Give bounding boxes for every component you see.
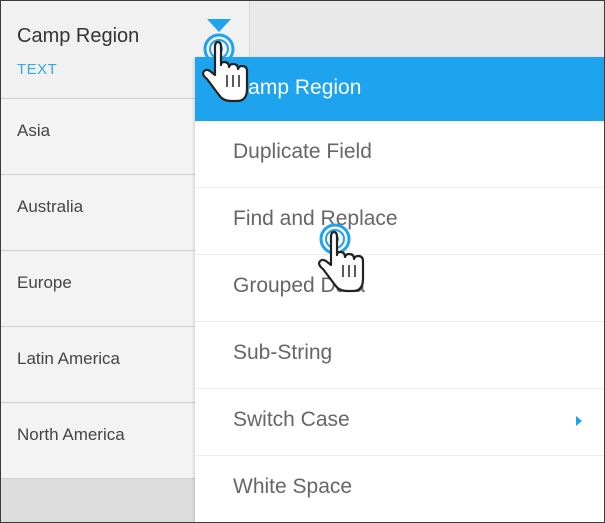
menu-item-switch-case[interactable]: Switch Case [195,389,604,456]
caret-down-icon[interactable] [207,19,231,33]
table-row[interactable]: North America [1,403,195,479]
data-column: Camp Region TEXT Asia Australia Europe L… [1,1,195,522]
column-type-label: TEXT [17,61,58,78]
chevron-right-icon [576,416,582,426]
menu-item-label: Duplicate Field [233,140,372,163]
menu-item-label: Find and Replace [233,207,398,230]
menu-item-duplicate-field[interactable]: Duplicate Field [195,121,604,188]
column-header[interactable]: Camp Region TEXT [1,1,195,99]
menu-item-find-and-replace[interactable]: Find and Replace [195,188,604,255]
column-footer [1,479,195,522]
cell-value: Asia [17,121,51,140]
table-row[interactable]: Australia [1,175,195,251]
menu-item-sub-string[interactable]: Sub-String [195,322,604,389]
menu-item-rename[interactable]: Camp Region [195,57,604,121]
cell-value: Europe [17,273,72,292]
table-row[interactable]: Latin America [1,327,195,403]
menu-item-label: Camp Region [233,76,362,99]
menu-item-white-space[interactable]: White Space [195,456,604,522]
column-title: Camp Region [17,25,140,47]
table-row[interactable]: Asia [1,99,195,175]
cell-value: Australia [17,197,84,216]
menu-item-label: Sub-String [233,341,333,364]
table-row[interactable]: Europe [1,251,195,327]
menu-item-label: Switch Case [233,408,350,431]
menu-item-grouped-data[interactable]: Grouped Data [195,255,604,322]
column-context-menu: Camp Region Duplicate Field Find and Rep… [195,57,604,522]
cell-value: Latin America [17,349,120,368]
screenshot-frame: Camp Region TEXT Asia Australia Europe L… [0,0,605,523]
menu-item-label: White Space [233,475,353,498]
menu-item-label: Grouped Data [233,274,365,297]
column-rows: Asia Australia Europe Latin America Nort… [1,99,195,479]
cell-value: North America [17,425,125,444]
